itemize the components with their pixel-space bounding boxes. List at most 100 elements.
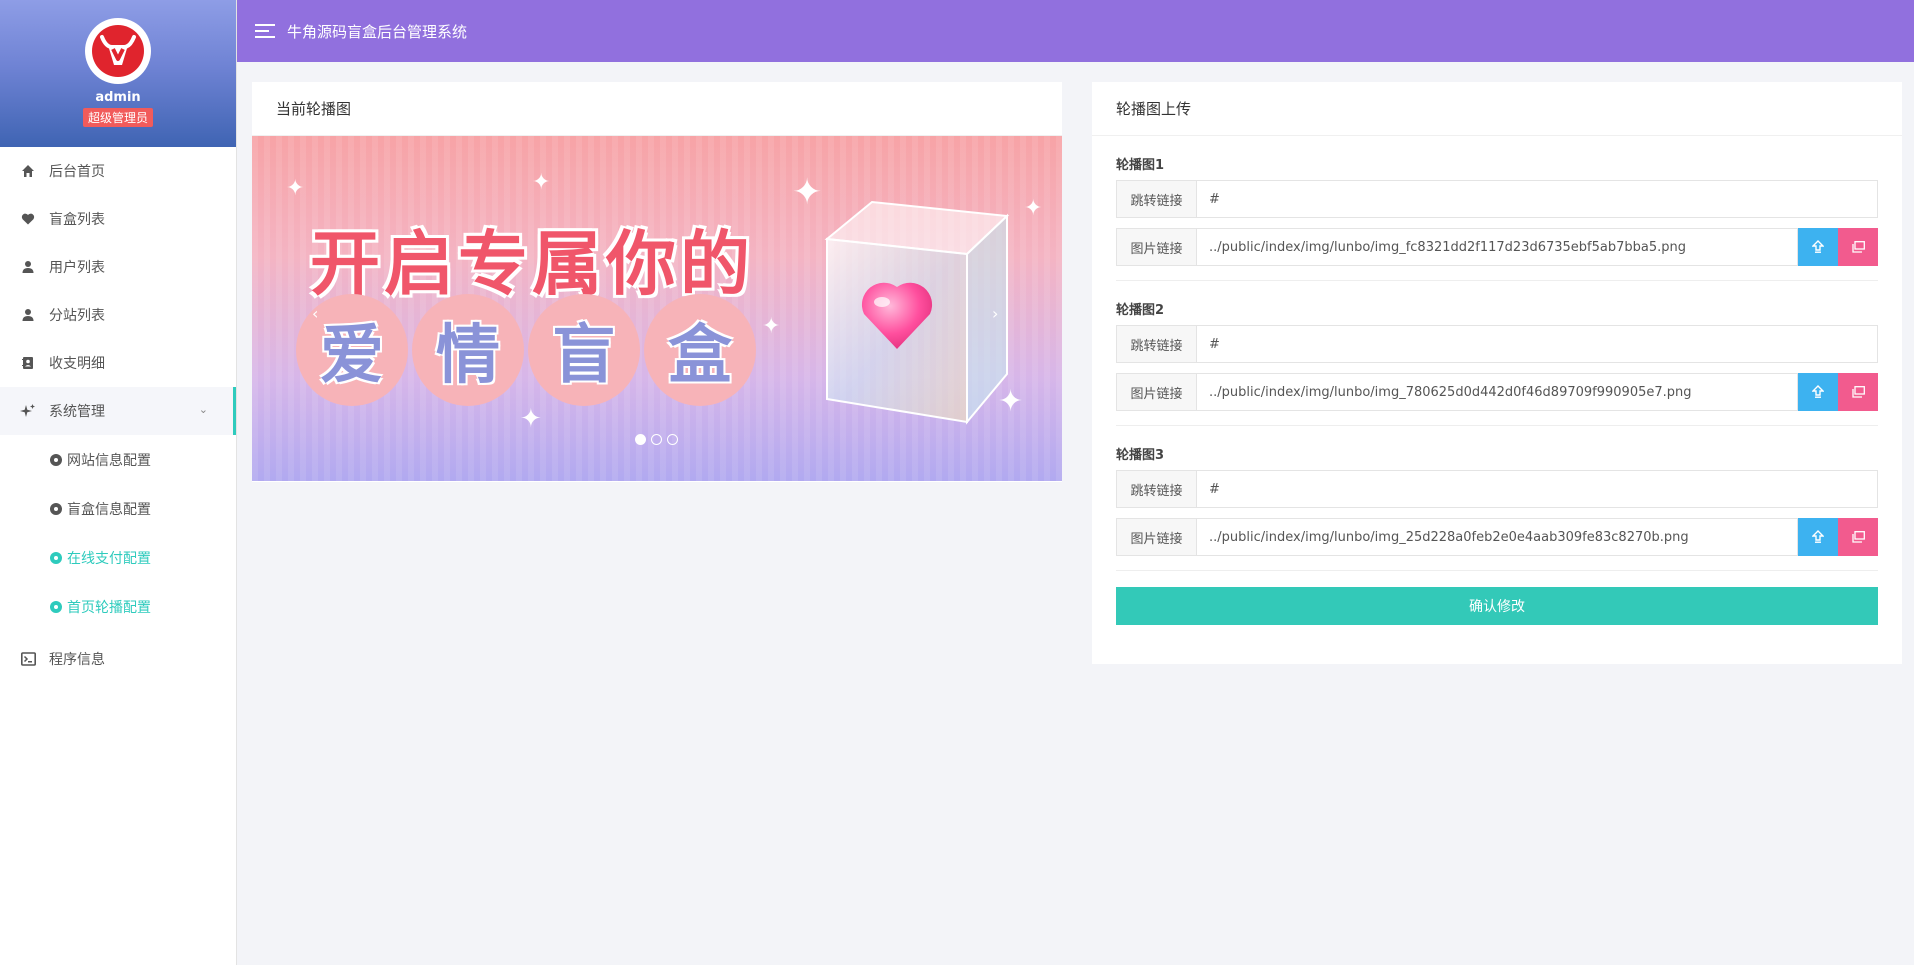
- sidebar-item-label: 程序信息: [49, 652, 105, 668]
- carousel-indicator[interactable]: [667, 434, 678, 445]
- bull-logo-icon: [92, 25, 144, 77]
- terminal-icon: [20, 651, 36, 667]
- sidebar-menu-bottom: 程序信息: [0, 635, 236, 683]
- submenu-item-payment-config[interactable]: 在线支付配置: [0, 533, 236, 582]
- carousel-next-icon[interactable]: ›: [992, 304, 998, 323]
- compass-icon: [50, 453, 62, 466]
- submenu-item-carousel-config[interactable]: 首页轮播配置: [0, 582, 236, 631]
- image-label: 图片链接: [1116, 518, 1197, 556]
- images-icon: [1851, 386, 1865, 398]
- link-label: 跳转链接: [1116, 180, 1197, 218]
- sidebar-item-label: 分站列表: [49, 308, 105, 324]
- sparkle-icon: ✦: [286, 176, 305, 201]
- banner-char: 情: [412, 294, 524, 406]
- sparkle-icon: ✦: [762, 314, 781, 339]
- submenu-item-label: 在线支付配置: [67, 550, 151, 567]
- sidebar-item-system[interactable]: 系统管理 ⌄: [0, 387, 236, 435]
- sidebar-item-finance[interactable]: 收支明细: [0, 339, 236, 387]
- carousel-group-1: 轮播图1 跳转链接 图片链接: [1116, 136, 1878, 281]
- carousel-upload-form: 轮播图1 跳转链接 图片链接 轮播图2 跳转链接: [1092, 136, 1902, 571]
- link-row: 跳转链接: [1116, 470, 1878, 508]
- heart-cube-illustration: [824, 200, 1010, 425]
- image-row: 图片链接: [1116, 518, 1878, 556]
- carousel-group-3: 轮播图3 跳转链接 图片链接: [1116, 426, 1878, 571]
- gallery-button-2[interactable]: [1838, 373, 1878, 411]
- banner-char: 盲: [528, 294, 640, 406]
- sidebar-item-label: 盲盒列表: [49, 212, 105, 228]
- heart-icon: [20, 211, 36, 227]
- carousel-prev-icon[interactable]: ‹: [312, 304, 318, 323]
- submenu-item-label: 首页轮播配置: [67, 599, 151, 616]
- submenu-item-label: 网站信息配置: [67, 452, 151, 469]
- submenu-item-label: 盲盒信息配置: [67, 501, 151, 518]
- sparkle-icon: ✦: [520, 404, 542, 434]
- profile-name: admin: [95, 90, 141, 105]
- menu-toggle-icon[interactable]: [255, 24, 275, 38]
- compass-icon: [50, 551, 62, 564]
- top-header: 牛角源码盲盒后台管理系统: [237, 0, 1914, 62]
- upload-icon: [1812, 385, 1824, 398]
- image-input-2[interactable]: [1197, 373, 1798, 411]
- upload-button-2[interactable]: [1798, 373, 1838, 411]
- app-title: 牛角源码盲盒后台管理系统: [287, 22, 468, 41]
- link-label: 跳转链接: [1116, 470, 1197, 508]
- image-label: 图片链接: [1116, 228, 1197, 266]
- carousel-indicator[interactable]: [651, 434, 662, 445]
- user-icon: [20, 259, 36, 275]
- upload-button-3[interactable]: [1798, 518, 1838, 556]
- carousel-upload-card: 轮播图上传 轮播图1 跳转链接 图片链接 轮播图2 跳转链接: [1092, 82, 1902, 664]
- sidebar-item-home[interactable]: 后台首页: [0, 147, 236, 195]
- sidebar-item-label: 收支明细: [49, 356, 105, 372]
- group-title: 轮播图3: [1116, 448, 1165, 463]
- link-row: 跳转链接: [1116, 325, 1878, 363]
- avatar[interactable]: [85, 18, 151, 84]
- carousel-group-2: 轮播图2 跳转链接 图片链接: [1116, 281, 1878, 426]
- link-input-3[interactable]: [1197, 470, 1878, 508]
- role-badge: 超级管理员: [82, 108, 153, 127]
- upload-icon: [1812, 530, 1824, 543]
- gallery-button-3[interactable]: [1838, 518, 1878, 556]
- submenu-item-site-config[interactable]: 网站信息配置: [0, 435, 236, 484]
- link-label: 跳转链接: [1116, 325, 1197, 363]
- sidebar-item-program-info[interactable]: 程序信息: [0, 635, 236, 683]
- upload-icon: [1812, 240, 1824, 253]
- image-input-1[interactable]: [1197, 228, 1798, 266]
- group-title: 轮播图2: [1116, 303, 1165, 318]
- sidebar-item-substations[interactable]: 分站列表: [0, 291, 236, 339]
- user-icon: [20, 307, 36, 323]
- sidebar-item-users[interactable]: 用户列表: [0, 243, 236, 291]
- gallery-button-1[interactable]: [1838, 228, 1878, 266]
- chevron-down-icon: ⌄: [198, 403, 208, 416]
- image-input-3[interactable]: [1197, 518, 1798, 556]
- images-icon: [1851, 241, 1865, 253]
- images-icon: [1851, 531, 1865, 543]
- contact-book-icon: [20, 355, 36, 371]
- carousel[interactable]: ✦ ✦ ✦ ✦ ✦ ✦ ✦ 开启专属你的 爱 情 盲 盒 ‹ ›: [252, 136, 1062, 481]
- profile-panel: admin 超级管理员: [0, 0, 236, 147]
- sparkle-icon: ✦: [1024, 196, 1043, 221]
- image-row: 图片链接: [1116, 373, 1878, 411]
- sidebar: admin 超级管理员 后台首页 盲盒列表 用户列表 分站列表 收支明细 系统管…: [0, 0, 237, 965]
- sidebar-item-label: 系统管理: [49, 404, 105, 420]
- banner-subtitle: 爱 情 盲 盒: [296, 294, 756, 406]
- carousel-indicators: [635, 434, 678, 445]
- image-row: 图片链接: [1116, 228, 1878, 266]
- sidebar-item-box-list[interactable]: 盲盒列表: [0, 195, 236, 243]
- link-row: 跳转链接: [1116, 180, 1878, 218]
- link-input-2[interactable]: [1197, 325, 1878, 363]
- image-label: 图片链接: [1116, 373, 1197, 411]
- home-icon: [20, 163, 36, 179]
- link-input-1[interactable]: [1197, 180, 1878, 218]
- upload-button-1[interactable]: [1798, 228, 1838, 266]
- submenu-item-box-config[interactable]: 盲盒信息配置: [0, 484, 236, 533]
- sparkles-icon: [20, 403, 36, 419]
- group-title: 轮播图1: [1116, 158, 1165, 173]
- sparkle-icon: ✦: [532, 170, 551, 195]
- system-submenu: 网站信息配置 盲盒信息配置 在线支付配置 首页轮播配置: [0, 435, 236, 631]
- confirm-button[interactable]: 确认修改: [1116, 587, 1878, 625]
- card-title: 轮播图上传: [1092, 82, 1902, 136]
- carousel-indicator[interactable]: [635, 434, 646, 445]
- compass-icon: [50, 600, 62, 613]
- compass-icon: [50, 502, 62, 515]
- card-title: 当前轮播图: [252, 82, 1062, 136]
